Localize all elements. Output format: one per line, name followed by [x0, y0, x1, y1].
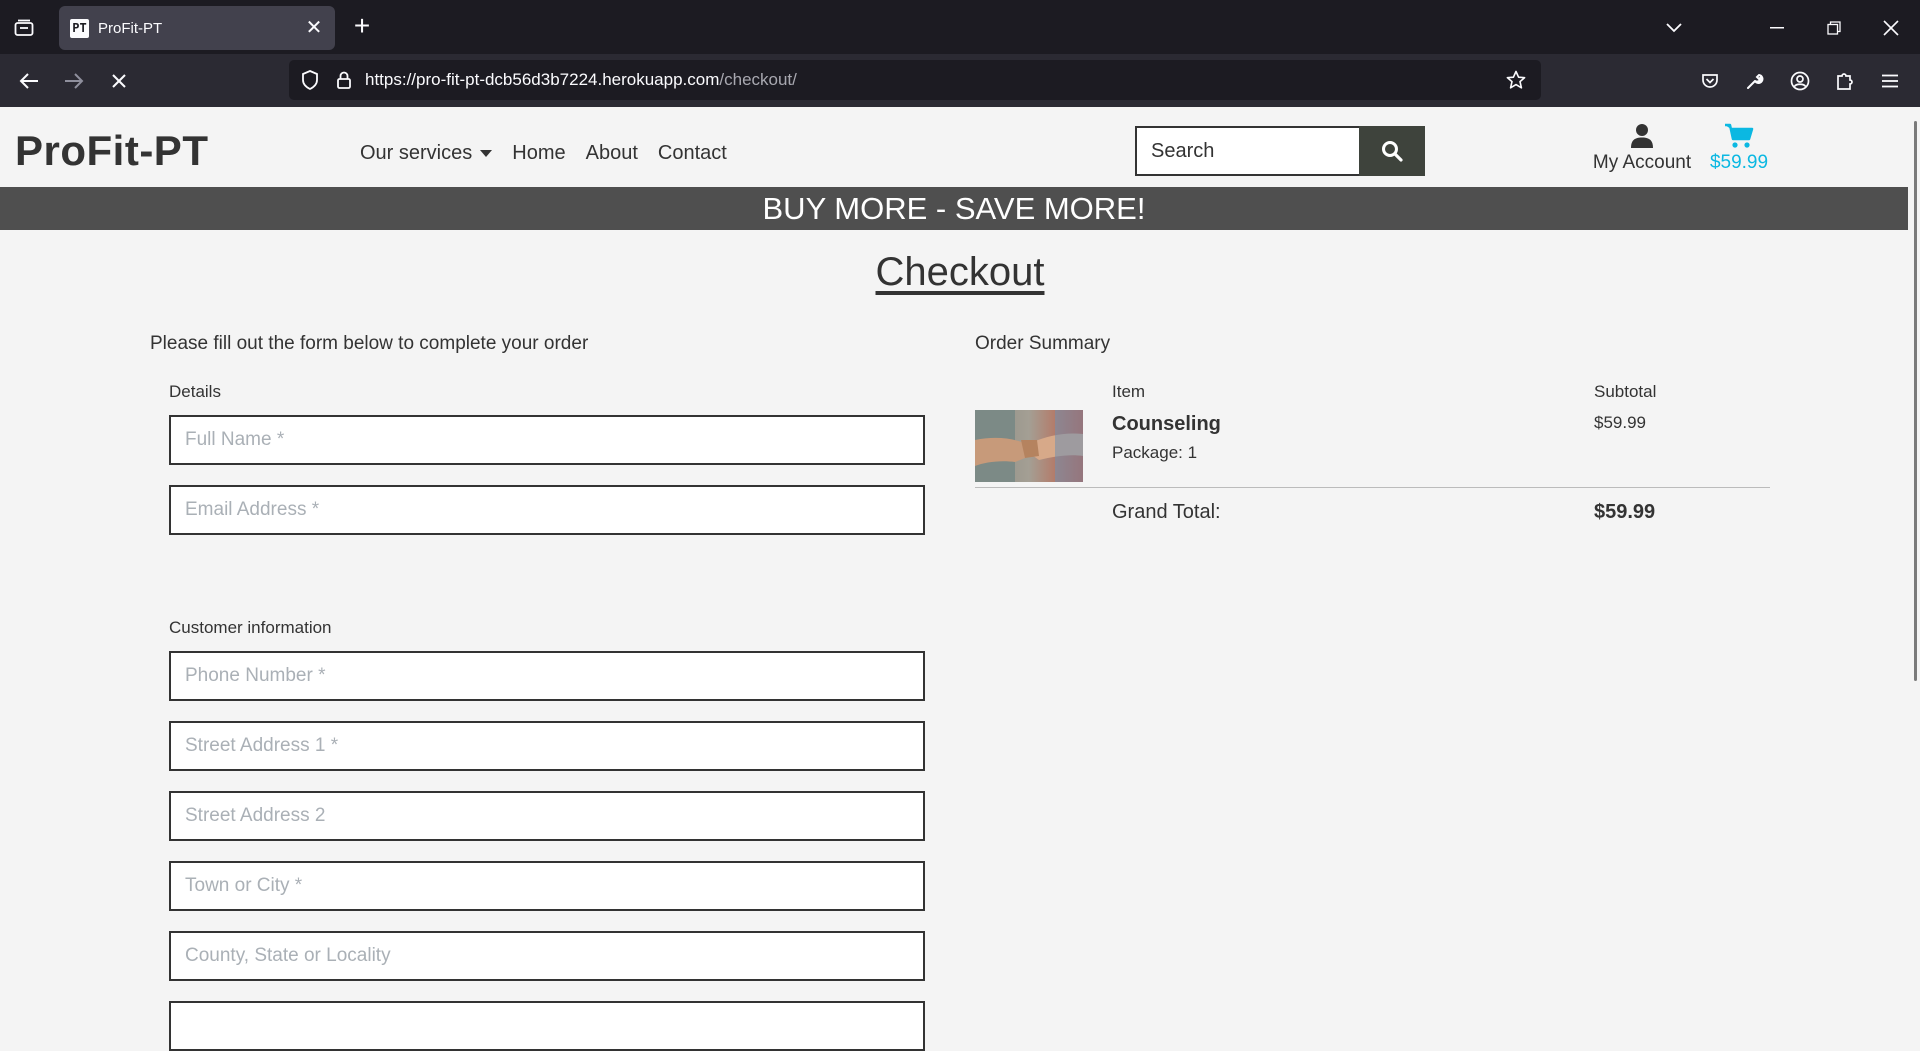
url-text[interactable]: https://pro-fit-pt-dcb56d3b7224.herokuap…	[365, 70, 797, 90]
phone-input[interactable]	[171, 653, 923, 699]
shopping-cart-icon	[1725, 123, 1754, 148]
county-input[interactable]	[171, 933, 923, 979]
forward-arrow-icon[interactable]	[59, 66, 89, 96]
close-window-icon[interactable]	[1877, 14, 1905, 42]
email-field	[169, 485, 925, 535]
street-address-2-input[interactable]	[171, 793, 923, 839]
product-image[interactable]	[975, 410, 1083, 482]
stop-loading-icon[interactable]	[104, 66, 134, 96]
scrollbar-thumb[interactable]	[1914, 121, 1917, 681]
account-circle-icon[interactable]	[1785, 66, 1815, 96]
form-intro-text: Please fill out the form below to comple…	[150, 333, 589, 354]
browser-tab-bar: PT ProFit-PT ✕ +	[0, 0, 1920, 54]
grand-total-label: Grand Total:	[1112, 501, 1221, 523]
menu-contact[interactable]: Contact	[658, 142, 727, 165]
county-field	[169, 931, 925, 981]
padlock-icon[interactable]	[329, 65, 359, 95]
street-address-2-field	[169, 791, 925, 841]
address-bar[interactable]: https://pro-fit-pt-dcb56d3b7224.herokuap…	[289, 60, 1541, 100]
caret-down-icon	[480, 150, 493, 157]
restore-icon[interactable]	[1820, 14, 1848, 42]
my-account-link[interactable]: My Account	[1588, 123, 1696, 174]
full-name-input[interactable]	[171, 417, 923, 463]
page-scrollbar[interactable]	[1908, 107, 1920, 1020]
town-city-field	[169, 861, 925, 911]
search-button[interactable]	[1359, 126, 1425, 176]
pocket-icon[interactable]	[1695, 66, 1725, 96]
back-arrow-icon[interactable]	[14, 66, 44, 96]
product-package: Package: 1	[1112, 443, 1198, 462]
summary-divider	[975, 487, 1770, 488]
site-header: ProFit-PT Our services Home About Contac…	[0, 107, 1908, 185]
product-subtotal: $59.99	[1594, 413, 1646, 432]
menu-about[interactable]: About	[586, 142, 638, 165]
user-icon	[1631, 124, 1653, 148]
url-host: https://pro-fit-pt-dcb56d3b7224.herokuap…	[365, 70, 720, 89]
menu-services-label: Our services	[360, 142, 473, 164]
phone-field	[169, 651, 925, 701]
page-content: ProFit-PT Our services Home About Contac…	[0, 107, 1920, 1051]
menu-home[interactable]: Home	[512, 142, 565, 165]
site-search-input[interactable]	[1137, 128, 1359, 174]
my-account-label: My Account	[1592, 152, 1692, 173]
subtotal-column-header: Subtotal	[1594, 382, 1657, 401]
minimize-icon[interactable]	[1763, 14, 1791, 42]
wrench-icon[interactable]	[1740, 66, 1770, 96]
site-brand[interactable]: ProFit-PT	[15, 127, 208, 175]
main-menu: Our services Home About Contact	[360, 142, 747, 165]
street-address-1-input[interactable]	[171, 723, 923, 769]
hamburger-menu-icon[interactable]	[1875, 66, 1905, 96]
tracking-shield-icon[interactable]	[295, 65, 325, 95]
site-search-field	[1135, 126, 1361, 176]
order-summary-title: Order Summary	[975, 333, 1111, 354]
email-input[interactable]	[171, 487, 923, 533]
search-icon	[1382, 141, 1403, 162]
full-name-field	[169, 415, 925, 465]
next-address-field[interactable]	[169, 1001, 925, 1051]
town-city-input[interactable]	[171, 863, 923, 909]
product-name: Counseling	[1112, 413, 1221, 435]
promo-banner: BUY MORE - SAVE MORE!	[0, 187, 1908, 230]
details-section-label: Details	[169, 382, 221, 401]
url-path: /checkout/	[719, 70, 797, 89]
site-favicon-icon: PT	[70, 18, 89, 38]
close-tab-icon[interactable]: ✕	[303, 17, 325, 39]
customer-info-section-label: Customer information	[169, 618, 332, 637]
item-column-header: Item	[1112, 382, 1146, 401]
cart-link[interactable]: $59.99	[1706, 123, 1772, 174]
cart-total: $59.99	[1709, 152, 1769, 173]
tab-title: ProFit-PT	[98, 19, 163, 37]
page-title: Checkout	[875, 250, 1045, 294]
tab-overflow-chevron-icon[interactable]	[1660, 14, 1688, 42]
street-address-1-field	[169, 721, 925, 771]
grand-total-value: $59.99	[1594, 501, 1656, 523]
tab-list-icon[interactable]	[10, 14, 38, 42]
bookmark-star-icon[interactable]	[1501, 65, 1531, 95]
browser-nav-bar: https://pro-fit-pt-dcb56d3b7224.herokuap…	[0, 54, 1920, 107]
extensions-puzzle-icon[interactable]	[1830, 66, 1860, 96]
new-tab-icon[interactable]: +	[348, 12, 376, 40]
menu-services-dropdown[interactable]: Our services	[360, 142, 493, 165]
browser-tab[interactable]: PT ProFit-PT ✕	[59, 6, 335, 50]
